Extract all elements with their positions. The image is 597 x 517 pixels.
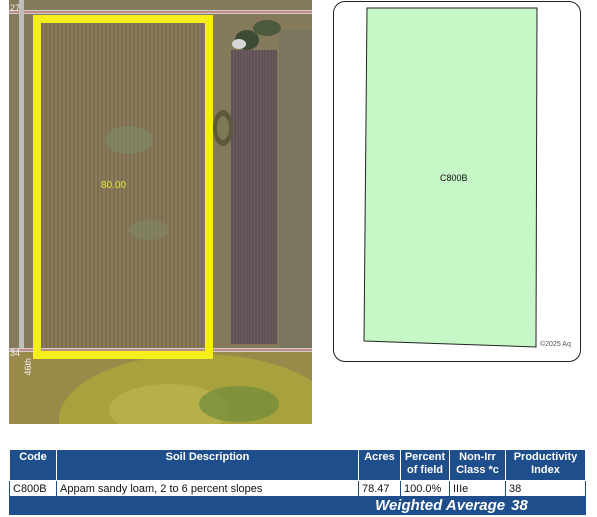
road-label-top: 27 [10, 3, 21, 13]
header-percent: Percent of field [400, 449, 450, 481]
road-label-street: 46th [23, 358, 33, 376]
header-class-line2: Class *c [456, 464, 499, 476]
header-description: Soil Description [56, 449, 359, 481]
cell-description: Appam sandy loam, 2 to 6 percent slopes [56, 480, 359, 497]
table-header-row: Code Soil Description Acres Percent of f… [9, 449, 586, 481]
cell-code: C800B [9, 480, 57, 497]
weighted-average-label: Weighted Average [375, 497, 506, 514]
cell-class: IIIe [449, 480, 506, 497]
cell-productivity: 38 [505, 480, 586, 497]
aerial-map[interactable]: 27 34 46th 80.00 [9, 0, 312, 424]
header-acres: Acres [358, 449, 401, 481]
header-productivity-line1: Productivity [513, 451, 578, 463]
weighted-average-row: Weighted Average 38 [9, 496, 586, 515]
weighted-average-value: 38 [511, 497, 528, 514]
header-productivity: Productivity Index [505, 449, 586, 481]
soil-polygon-label: C800B [440, 173, 468, 183]
cell-acres: 78.47 [358, 480, 401, 497]
field-acres-label: 80.00 [101, 180, 127, 191]
header-percent-line2: of field [406, 464, 444, 476]
header-code: Code [9, 449, 57, 481]
cell-percent: 100.0% [400, 480, 450, 497]
header-percent-line1: Percent [404, 451, 446, 463]
soil-map-panel[interactable]: C800B ©2025 Aq [333, 1, 581, 362]
copyright-notice: ©2025 Aq [540, 341, 571, 348]
header-class: Non-Irr Class *c [449, 449, 506, 481]
header-class-line1: Non-Irr [459, 451, 496, 463]
soil-table: Code Soil Description Acres Percent of f… [9, 449, 586, 515]
weighted-average-cell: Weighted Average 38 [9, 496, 586, 515]
road-label-bottom: 34 [10, 348, 21, 358]
table-row[interactable]: C800B Appam sandy loam, 2 to 6 percent s… [9, 480, 586, 497]
header-productivity-line2: Index [531, 464, 560, 476]
